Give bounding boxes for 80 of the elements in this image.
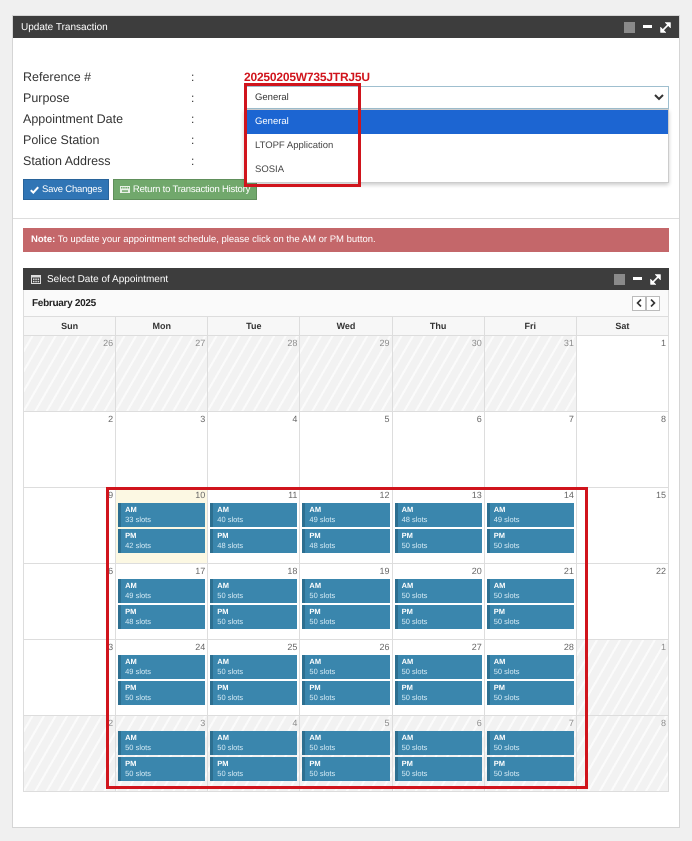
weekday-header: Sat (576, 317, 669, 336)
day-number: 15 (656, 489, 666, 501)
day-number: 8 (660, 717, 666, 729)
day-number: 3 (200, 717, 206, 729)
day-number: 25 (287, 641, 298, 653)
day-number: 7 (568, 717, 574, 729)
day-number: 4 (292, 717, 298, 729)
day-number: 10 (195, 489, 206, 501)
field-label: Reference # (23, 70, 92, 84)
day-number: 26 (380, 641, 390, 653)
day-number: 13 (472, 489, 482, 501)
day-number: 12 (380, 489, 390, 501)
weekday-header: Tue (208, 317, 300, 336)
day-number: 11 (288, 489, 298, 501)
day-number: 22 (656, 565, 666, 577)
day-number: 6 (476, 717, 482, 729)
day-number: 28 (564, 641, 574, 653)
chevron-down-icon (654, 94, 664, 101)
field-label: Station Address (23, 154, 112, 168)
panel-title: Update Transaction (21, 22, 108, 32)
day-number: 14 (564, 489, 574, 501)
day-number: 26 (103, 337, 114, 349)
day-number: 20 (472, 565, 482, 577)
day-number: 21 (564, 565, 574, 577)
keyboard-icon (120, 186, 130, 193)
day-number: 4 (292, 413, 298, 425)
return-button[interactable]: Return to Transaction History (112, 179, 258, 200)
save-button[interactable]: Save Changes (23, 179, 109, 200)
minimize-icon[interactable] (643, 25, 652, 29)
weekday-header: Thu (392, 317, 485, 336)
day-number: 5 (384, 413, 390, 425)
weekday-header: Fri (484, 317, 577, 336)
dropdown-option[interactable]: General (245, 110, 668, 134)
colon: : (191, 70, 196, 84)
next-month-button[interactable] (646, 296, 660, 310)
square-icon[interactable] (614, 274, 625, 284)
day-number: 1 (660, 337, 666, 349)
check-icon (30, 186, 39, 194)
month-title: February 2025 (32, 298, 96, 308)
field-label: Appointment Date (23, 112, 124, 126)
chevron-left-icon (636, 299, 642, 307)
expand-icon[interactable] (650, 274, 661, 284)
field-label: Purpose (23, 90, 71, 104)
calendar-icon (31, 274, 41, 284)
dropdown-option[interactable]: LTOPF Application (255, 140, 334, 151)
weekday-header: Sun (24, 317, 116, 336)
day-number: 28 (287, 337, 298, 349)
colon: : (191, 154, 196, 168)
expand-icon[interactable] (660, 22, 671, 32)
note-banner: Note: To update your appointment schedule, please click on the AM or PM button. (23, 228, 669, 252)
weekday-header: Wed (300, 317, 393, 336)
day-number: 31 (564, 337, 574, 349)
day-number: 7 (568, 413, 574, 425)
purpose-select[interactable]: General (244, 86, 669, 109)
colon: : (191, 132, 196, 146)
day-number: 2 (108, 413, 114, 425)
day-number: 1 (660, 641, 666, 653)
square-icon[interactable] (624, 22, 635, 32)
day-number: 24 (195, 641, 206, 653)
day-number: 8 (660, 413, 666, 425)
day-number: 3 (200, 413, 206, 425)
minimize-icon[interactable] (633, 277, 642, 281)
day-number: 6 (476, 413, 482, 425)
colon: : (191, 112, 196, 126)
day-number: 18 (287, 565, 298, 577)
previous-month-button[interactable] (632, 296, 646, 310)
day-number: 27 (195, 337, 206, 349)
reference-number: 20250205W735JTRJ5U (244, 70, 370, 84)
day-number: 27 (472, 641, 482, 653)
day-number: 17 (195, 565, 206, 577)
day-number: 19 (380, 565, 390, 577)
day-number: 29 (380, 337, 390, 349)
colon: : (191, 90, 196, 104)
panel-title: Select Date of Appointment (47, 274, 168, 284)
weekday-header: Mon (116, 317, 208, 336)
dropdown-option[interactable]: SOSIA (255, 164, 284, 175)
day-number: 30 (472, 337, 482, 349)
chevron-right-icon (650, 299, 656, 307)
field-label: Police Station (23, 132, 100, 146)
day-number: 5 (384, 717, 390, 729)
